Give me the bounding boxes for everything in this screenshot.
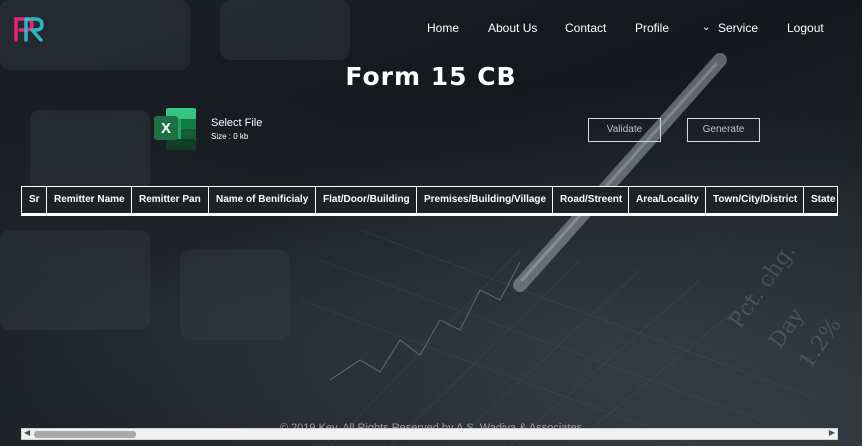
scroll-left-arrow-icon[interactable]: ◀: [24, 428, 30, 437]
table-header-row: Sr Remitter Name Remitter Pan Name of Be…: [22, 187, 837, 213]
nav-profile[interactable]: Profile: [635, 21, 669, 35]
excel-file-icon[interactable]: X: [152, 106, 198, 152]
nav-contact[interactable]: Contact: [565, 21, 606, 35]
svg-text:X: X: [161, 120, 171, 137]
column-header-state[interactable]: State: [804, 187, 838, 213]
column-header-town-city-district[interactable]: Town/City/District: [706, 187, 804, 213]
select-file-label[interactable]: Select File: [211, 117, 262, 129]
nav-service[interactable]: Service: [718, 21, 758, 35]
column-header-area-locality[interactable]: Area/Locality: [629, 187, 706, 213]
column-header-premises[interactable]: Premises/Building/Village: [417, 187, 553, 213]
nav-logout[interactable]: Logout: [787, 21, 824, 35]
generate-button[interactable]: Generate: [687, 118, 760, 142]
nav-about-us[interactable]: About Us: [488, 21, 537, 35]
column-header-sr[interactable]: Sr: [22, 187, 47, 213]
validate-button[interactable]: Validate: [588, 118, 661, 142]
svg-text:Day: Day: [764, 303, 810, 353]
horizontal-scrollbar[interactable]: ◀ ▶: [21, 428, 838, 440]
chevron-down-icon[interactable]: ⌄: [702, 22, 710, 33]
column-header-remitter-pan[interactable]: Remitter Pan: [132, 187, 209, 213]
nav-home[interactable]: Home: [427, 21, 459, 35]
column-header-remitter-name[interactable]: Remitter Name: [47, 187, 132, 213]
page-title: Form 15 CB: [345, 62, 517, 91]
scroll-right-arrow-icon[interactable]: ▶: [829, 428, 835, 437]
data-table: Sr Remitter Name Remitter Pan Name of Be…: [21, 186, 838, 216]
top-navigation: Home About Us Contact Profile ⌄ Service …: [0, 21, 862, 37]
column-header-beneficiary-name[interactable]: Name of Benificialy: [209, 187, 316, 213]
column-header-flat-door-building[interactable]: Flat/Door/Building: [316, 187, 417, 213]
file-size-text: Size : 0 kb: [211, 132, 249, 141]
scrollbar-thumb[interactable]: [34, 431, 136, 438]
svg-text:1.2%: 1.2%: [794, 313, 847, 373]
column-header-road-street[interactable]: Road/Streent: [553, 187, 629, 213]
svg-text:Pct. chg.: Pct. chg.: [724, 239, 800, 333]
